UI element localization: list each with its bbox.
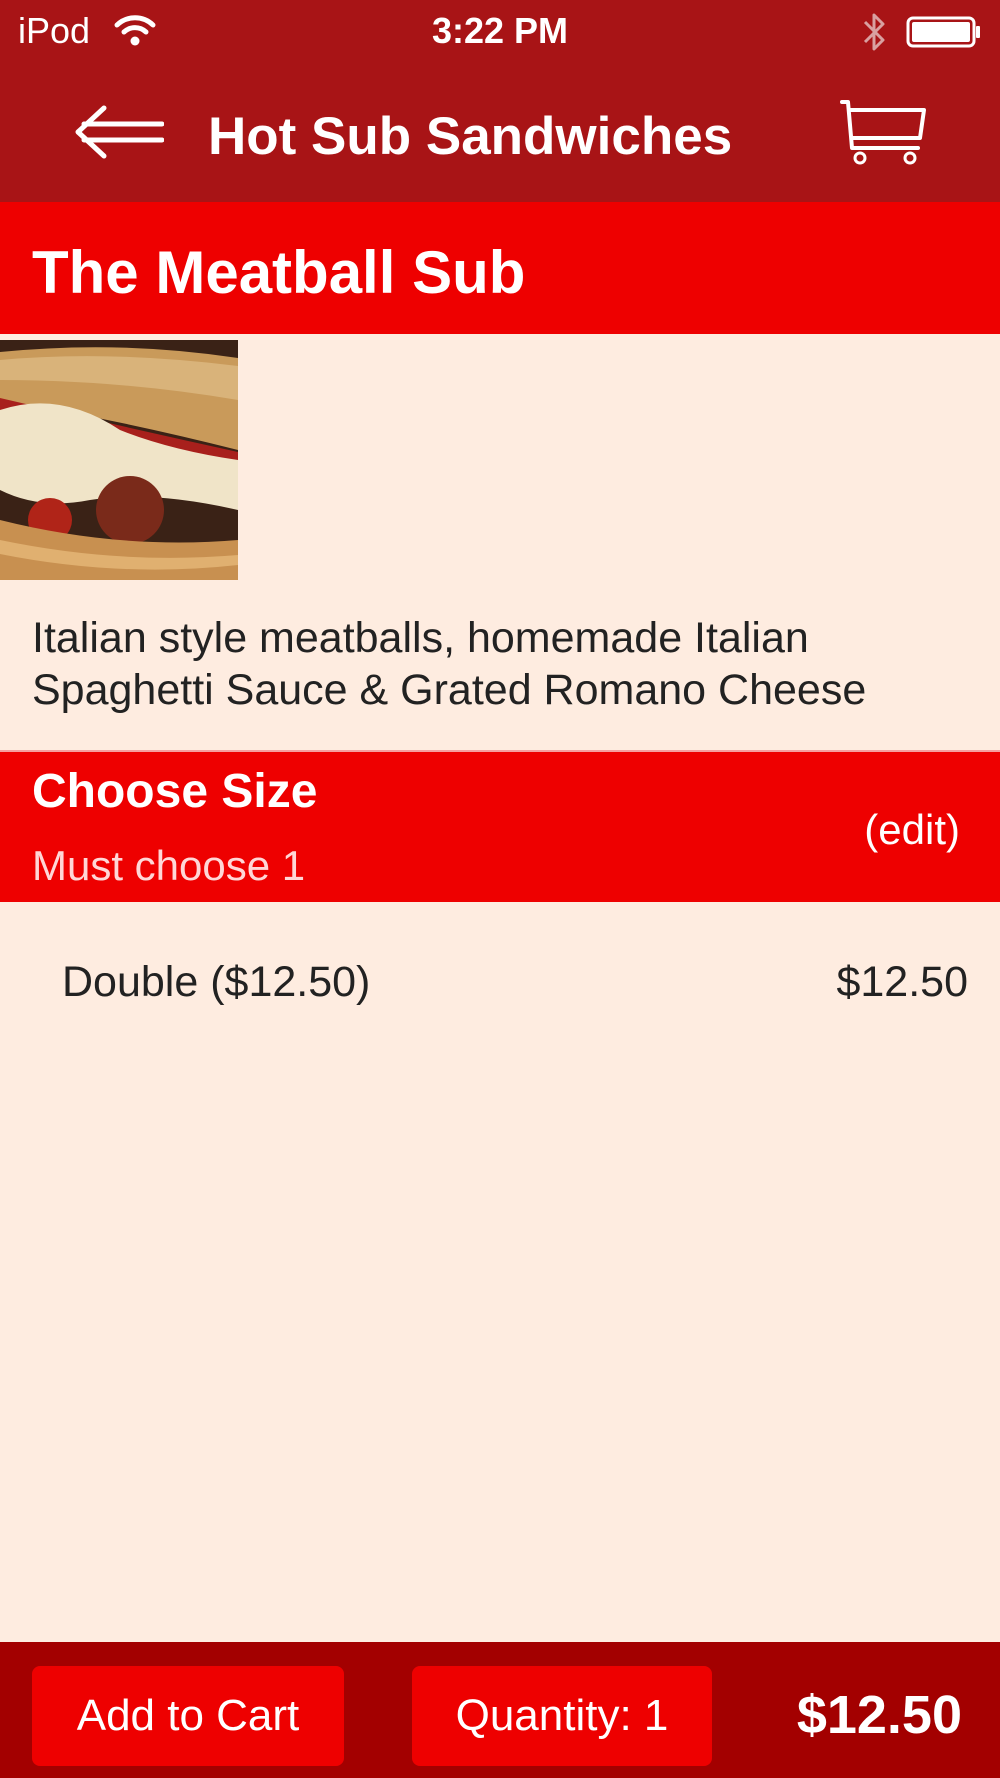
choose-size-header: Choose Size Must choose 1 (edit) [0,750,1000,902]
back-arrow-icon[interactable] [74,104,164,160]
choose-size-title: Choose Size [32,765,318,818]
size-option-row[interactable]: Double ($12.50) $12.50 [0,940,1000,1020]
total-price: $12.50 [796,1685,962,1745]
nav-title: Hot Sub Sandwiches [208,107,733,166]
edit-size-link[interactable]: (edit) [864,806,960,854]
status-bar: iPod 3:22 PM [0,0,1000,64]
item-title: The Meatball Sub [32,239,526,306]
cart-icon[interactable] [838,96,928,168]
bluetooth-icon [863,13,885,51]
size-option-label: Double ($12.50) [62,958,371,1006]
meatball-sub-photo [0,340,238,580]
bottom-bar: Add to Cart Quantity: 1 $12.50 [0,1642,1000,1778]
quantity-button[interactable]: Quantity: 1 [412,1666,712,1766]
choose-size-subtitle: Must choose 1 [32,842,306,889]
top-bar: iPod 3:22 PM Hot Sub Sandwiches [0,0,1000,202]
size-option-price: $12.50 [836,958,968,1006]
add-to-cart-button[interactable]: Add to Cart [32,1666,344,1766]
item-description: Italian style meatballs, homemade Italia… [32,614,867,714]
status-time: 3:22 PM [431,10,569,51]
screen: iPod 3:22 PM Hot Sub Sandwiches The Meat… [0,0,1000,1778]
item-image [0,340,238,580]
battery-icon [906,16,980,48]
item-title-band: The Meatball Sub [0,202,1000,334]
